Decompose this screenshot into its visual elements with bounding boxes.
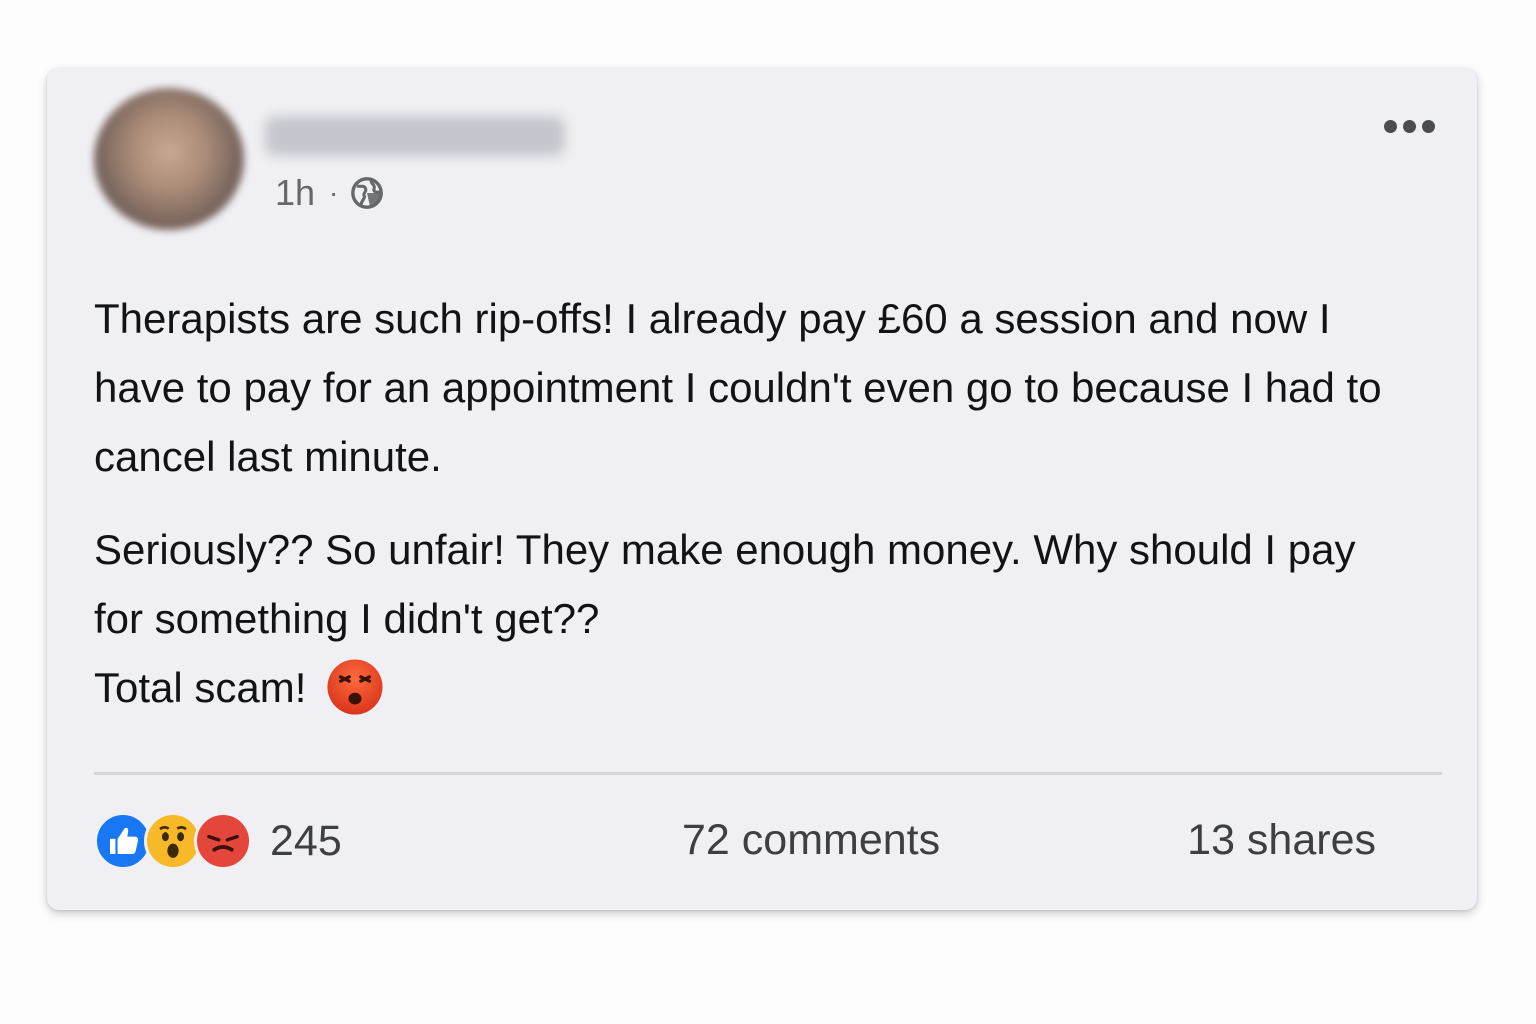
post-paragraph-2: Seriously?? So unfair! They make enough … [94, 515, 1394, 722]
author-avatar[interactable] [94, 88, 244, 230]
more-dot [1403, 120, 1416, 133]
reaction-count[interactable]: 245 [270, 817, 342, 866]
comments-count-link[interactable]: 72 comments [682, 816, 940, 865]
shares-count-link[interactable]: 13 shares [1187, 816, 1376, 865]
footer-divider [94, 772, 1442, 775]
post-body: Therapists are such rip-offs! I already … [94, 284, 1394, 722]
post-paragraph-2-line-2: Total scam! [94, 664, 307, 711]
post-meta: 1h · [275, 172, 384, 214]
angry-reaction-icon [194, 812, 252, 870]
post-time[interactable]: 1h [275, 172, 315, 214]
author-name-redacted[interactable] [265, 116, 565, 156]
more-dot [1384, 120, 1397, 133]
globe-icon[interactable] [350, 176, 384, 210]
post-paragraph-1: Therapists are such rip-offs! I already … [94, 295, 1382, 480]
angry-face-emoji [327, 659, 383, 715]
post-footer: 245 72 comments 13 shares [94, 812, 1442, 872]
more-options-button[interactable] [1384, 120, 1435, 133]
more-dot [1422, 120, 1435, 133]
post-paragraph-2-line-1: Seriously?? So unfair! They make enough … [94, 526, 1356, 642]
reactions-summary[interactable]: 245 [94, 812, 342, 870]
post-card: 1h · Therapists are such rip-offs! I alr… [47, 68, 1477, 910]
meta-separator: · [329, 177, 339, 208]
